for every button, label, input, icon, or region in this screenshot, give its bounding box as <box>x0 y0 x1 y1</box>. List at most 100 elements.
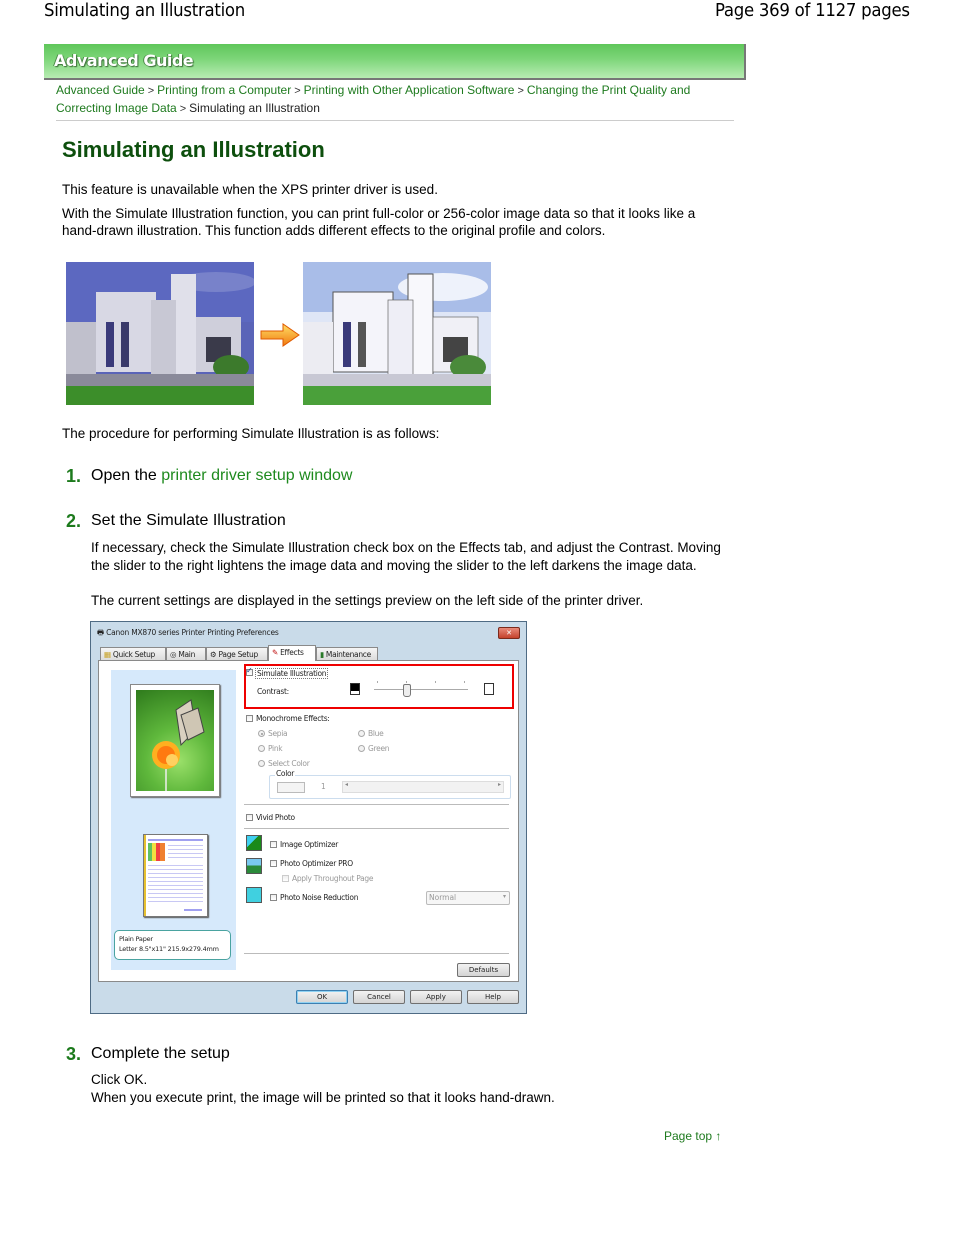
noise-level-select[interactable]: Normal ▾ <box>426 891 510 905</box>
step-3-title: Complete the setup <box>91 1045 230 1062</box>
maintenance-icon: ▮ <box>320 650 324 659</box>
page-top-label: Page top <box>664 1129 713 1143</box>
color-value: 1 <box>321 782 326 791</box>
tab-quick-setup[interactable]: ▦ Quick Setup <box>100 647 166 660</box>
paper-size: Letter 8.5"x11" 215.9x279.4mm <box>119 945 219 953</box>
contrast-slider[interactable] <box>374 681 468 697</box>
tab-label: Quick Setup <box>112 650 156 659</box>
monochrome-effects-label: Monochrome Effects: <box>256 714 330 723</box>
printer-preferences-dialog: 🖶 Canon MX870 series Printer Printing Pr… <box>90 621 527 1014</box>
original-photo <box>66 262 254 405</box>
image-optimizer-label: Image Optimizer <box>280 840 339 849</box>
slider-tick <box>377 681 378 683</box>
printer-icon: 🖶 <box>97 628 107 637</box>
printer-driver-setup-link[interactable]: printer driver setup window <box>161 467 352 484</box>
defaults-button[interactable]: Defaults <box>457 963 510 977</box>
tab-maintenance[interactable]: ▮ Maintenance <box>316 647 378 660</box>
procedure-intro: The procedure for performing Simulate Il… <box>62 426 440 441</box>
step-2-number: 2. <box>66 511 82 531</box>
sepia-label: Sepia <box>268 729 288 738</box>
tab-effects[interactable]: ✎ Effects <box>268 645 316 661</box>
dialog-title-text: Canon MX870 series Printer Printing Pref… <box>106 628 279 637</box>
paper-type: Plain Paper <box>119 935 153 943</box>
breadcrumb: Advanced Guide > Printing from a Computer >… <box>56 82 736 118</box>
breadcrumb-advanced-guide[interactable]: Advanced Guide <box>56 83 145 97</box>
step-1-title: Open the printer driver setup window <box>91 467 352 485</box>
green-label: Green <box>368 744 390 753</box>
noise-level-value: Normal <box>429 893 457 902</box>
divider <box>56 120 734 121</box>
sepia-radio[interactable] <box>258 730 265 737</box>
divider <box>244 828 509 829</box>
blue-label: Blue <box>368 729 384 738</box>
chevron-down-icon: ▾ <box>502 893 506 900</box>
apply-button[interactable]: Apply <box>410 990 462 1004</box>
xps-note: This feature is unavailable when the XPS… <box>62 182 438 197</box>
select-color-radio[interactable] <box>258 760 265 767</box>
help-button[interactable]: Help <box>467 990 519 1004</box>
photo-noise-reduction-label: Photo Noise Reduction <box>280 893 359 902</box>
green-radio[interactable] <box>358 745 365 752</box>
apply-throughout-page-label: Apply Throughout Page <box>292 874 374 883</box>
up-arrow-icon: ↑ <box>715 1129 722 1143</box>
preview-page-layout <box>143 834 208 917</box>
document-title: Simulating an Illustration <box>44 0 245 21</box>
apply-throughout-page-checkbox[interactable] <box>282 875 289 882</box>
image-optimizer-icon <box>246 835 262 851</box>
step-1-number: 1. <box>66 466 82 486</box>
monochrome-effects-checkbox[interactable] <box>246 715 253 722</box>
step-2-body: If necessary, check the Simulate Illustr… <box>91 540 721 573</box>
slider-tick <box>464 681 465 683</box>
quick-setup-icon: ▦ <box>104 650 111 659</box>
contrast-label: Contrast: <box>257 687 289 696</box>
page-indicator: Page 369 of 1127 pages <box>715 0 910 21</box>
tab-label: Page Setup <box>218 650 259 659</box>
blue-radio[interactable] <box>358 730 365 737</box>
slider-thumb[interactable] <box>402 684 411 697</box>
page-top-link[interactable]: Page top ↑ <box>664 1129 721 1143</box>
illustration-comparison <box>66 262 492 406</box>
tab-label: Maintenance <box>325 650 371 659</box>
dark-contrast-icon <box>350 683 360 695</box>
tab-label: Effects <box>280 648 304 657</box>
photo-noise-reduction-checkbox[interactable] <box>270 894 277 901</box>
light-contrast-icon <box>484 683 494 695</box>
breadcrumb-current: Simulating an Illustration <box>189 101 320 115</box>
scroll-left-icon[interactable]: ◂ <box>345 781 348 788</box>
scroll-right-icon[interactable]: ▸ <box>498 781 501 788</box>
settings-preview: Plain Paper Letter 8.5"x11" 215.9x279.4m… <box>111 670 236 970</box>
effects-panel: Plain Paper Letter 8.5"x11" 215.9x279.4m… <box>98 660 519 982</box>
right-arrow-icon <box>259 322 301 353</box>
photo-optimizer-pro-icon <box>246 858 262 874</box>
breadcrumb-separator: > <box>294 85 301 97</box>
slider-track <box>374 689 468 690</box>
simulate-illustration-checkbox[interactable] <box>246 666 253 676</box>
vivid-photo-checkbox[interactable] <box>246 814 253 821</box>
photo-optimizer-pro-checkbox[interactable] <box>270 860 277 867</box>
main-icon: ◎ <box>170 650 177 659</box>
pink-radio[interactable] <box>258 745 265 752</box>
tab-page-setup[interactable]: ⚙ Page Setup <box>206 647 268 660</box>
color-scrollbar[interactable]: ◂ ▸ <box>342 781 504 793</box>
image-optimizer-checkbox[interactable] <box>270 841 277 848</box>
illustration-photo <box>303 262 491 405</box>
breadcrumb-separator: > <box>179 103 187 115</box>
close-button[interactable]: ✕ <box>498 627 520 639</box>
color-group-label: Color <box>275 769 296 778</box>
intro-description: With the Simulate Illustration function,… <box>62 206 696 238</box>
breadcrumb-printing-other-software[interactable]: Printing with Other Application Software <box>304 83 515 97</box>
select-color-label: Select Color <box>268 759 310 768</box>
effects-brush-icon: ✎ <box>272 648 278 657</box>
step-2-preview-note: The current settings are displayed in th… <box>91 593 644 608</box>
page-setup-icon: ⚙ <box>210 650 217 659</box>
preview-photo <box>130 684 220 797</box>
page-title: Simulating an Illustration <box>62 137 325 162</box>
vivid-photo-label: Vivid Photo <box>256 813 295 822</box>
paper-info-box: Plain Paper Letter 8.5"x11" 215.9x279.4m… <box>114 930 231 960</box>
ok-button[interactable]: OK <box>296 990 348 1004</box>
cancel-button[interactable]: Cancel <box>353 990 405 1004</box>
breadcrumb-printing-from-computer[interactable]: Printing from a Computer <box>157 83 291 97</box>
advanced-guide-banner: Advanced Guide <box>44 44 746 80</box>
photo-optimizer-pro-label: Photo Optimizer PRO <box>280 859 353 868</box>
tab-main[interactable]: ◎ Main <box>166 647 206 660</box>
